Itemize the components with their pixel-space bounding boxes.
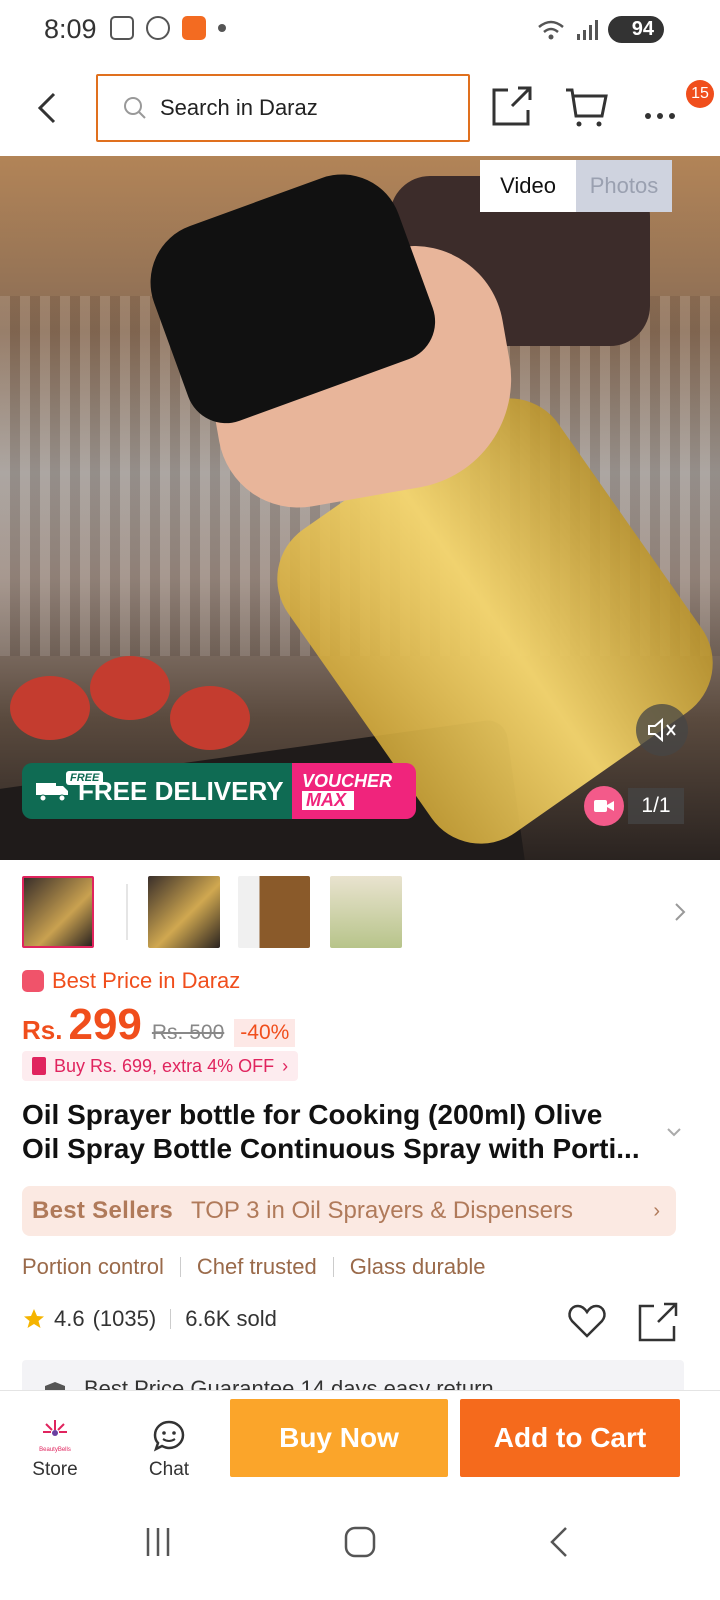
- best-sellers-label: Best Sellers: [32, 1197, 174, 1224]
- product-title: Oil Sprayer bottle for Cooking (200ml) O…: [22, 1099, 640, 1164]
- video-button[interactable]: [584, 786, 624, 826]
- mute-button[interactable]: [636, 704, 688, 756]
- back-arrow-icon[interactable]: [30, 88, 66, 128]
- max-label: MAX: [302, 791, 354, 810]
- star-icon: [24, 1309, 44, 1328]
- screenshot-icon: [110, 16, 134, 40]
- share-icon[interactable]: [636, 1300, 680, 1344]
- current-price: 299: [68, 1000, 142, 1049]
- battery-level: 94: [631, 18, 654, 40]
- thumbnail-strip: [22, 876, 702, 952]
- currency: Rs.: [22, 1015, 63, 1045]
- signal-icon: [576, 19, 598, 40]
- store-label: Store: [32, 1459, 78, 1480]
- more-options-icon[interactable]: [636, 82, 684, 130]
- thumbnail-image[interactable]: [238, 876, 310, 948]
- add-to-cart-button[interactable]: Add to Cart: [460, 1399, 680, 1477]
- tomato-slice: [10, 676, 90, 740]
- guarantee-text: Best Price Guarantee 14 days easy return: [84, 1376, 494, 1390]
- cart-icon[interactable]: [562, 82, 610, 130]
- store-button[interactable]: BeautyBells Store: [10, 1401, 100, 1481]
- thumbnail-image[interactable]: [148, 876, 220, 948]
- status-time: 8:09: [44, 14, 97, 44]
- image-counter: 1/1: [628, 788, 684, 824]
- speaker-muted-icon: [648, 717, 676, 743]
- divider: [332, 1257, 334, 1277]
- search-placeholder: Search in Daraz: [160, 95, 318, 120]
- tab-video[interactable]: Video: [480, 160, 576, 212]
- chat-button[interactable]: Chat: [124, 1401, 214, 1481]
- store-logo-text: BeautyBells: [39, 1447, 71, 1453]
- divider: [179, 1257, 181, 1277]
- bundle-promo-text: Buy Rs. 699, extra 4% OFF: [54, 1055, 275, 1076]
- media-tabs: Video Photos: [480, 160, 672, 212]
- heart-icon[interactable]: [566, 1300, 608, 1342]
- tab-photos[interactable]: Photos: [576, 160, 672, 212]
- sold-count: 6.6K sold: [185, 1306, 277, 1331]
- home-icon[interactable]: [340, 1522, 380, 1562]
- feature-tag: Chef trusted: [196, 1254, 317, 1279]
- video-camera-icon: [594, 800, 614, 812]
- best-sellers-banner[interactable]: Best Sellers TOP 3 in Oil Sprayers & Dis…: [22, 1186, 676, 1236]
- free-delivery-label: FREE DELIVERY: [78, 775, 284, 806]
- wifi-icon: [537, 20, 564, 39]
- recent-apps-icon[interactable]: [138, 1522, 178, 1562]
- thumbnail-image[interactable]: [330, 876, 402, 948]
- chevron-down-icon[interactable]: [664, 1122, 684, 1142]
- feature-tags: Portion control Chef trusted Glass durab…: [22, 1254, 485, 1280]
- chat-label: Chat: [148, 1459, 190, 1480]
- system-icons: 94: [536, 16, 664, 43]
- daraz-app-icon: [182, 16, 206, 40]
- free-tag: FREE: [66, 771, 104, 785]
- product-image-gallery[interactable]: Video Photos FREE FREE DELIVERY VOUCHER …: [0, 156, 720, 860]
- cloud-icon: [146, 16, 170, 40]
- voucher-icon: [32, 1057, 46, 1075]
- chevron-right-icon: ›: [282, 1055, 289, 1076]
- promo-banner: FREE FREE DELIVERY VOUCHER MAX: [22, 763, 416, 819]
- buy-now-button[interactable]: Buy Now: [230, 1399, 448, 1477]
- best-price-label: Best Price in Daraz: [52, 968, 241, 993]
- bottom-action-bar: BeautyBells Store Chat Buy Now Add to Ca…: [0, 1390, 720, 1486]
- thumbnail-divider: [126, 884, 128, 940]
- price-row: Rs. 299 Rs. 500 -40%: [22, 1000, 296, 1050]
- more-notifications-dot: [218, 24, 226, 32]
- search-input[interactable]: Search in Daraz: [96, 74, 470, 142]
- feature-tag: Portion control: [22, 1254, 164, 1279]
- back-icon[interactable]: [540, 1522, 580, 1562]
- notification-icons: [110, 16, 226, 40]
- chat-icon: [153, 1420, 185, 1452]
- divider: [170, 1309, 172, 1329]
- share-icon[interactable]: [488, 82, 536, 130]
- chevron-right-icon[interactable]: [668, 900, 692, 924]
- bundle-promo[interactable]: Buy Rs. 699, extra 4% OFF ›: [22, 1051, 299, 1081]
- best-price-tag: Best Price in Daraz: [22, 968, 240, 994]
- top-header: Search in Daraz: [0, 70, 720, 146]
- rating-value: 4.6: [54, 1306, 85, 1331]
- voucher-max-badge: VOUCHER MAX: [292, 763, 416, 819]
- best-sellers-text: TOP 3 in Oil Sprayers & Dispensers: [191, 1197, 573, 1224]
- voucher-label: VOUCHER: [302, 771, 393, 792]
- system-navigation-bar: [0, 1486, 720, 1600]
- chevron-right-icon: ›: [653, 1200, 660, 1222]
- notification-badge: 15: [686, 80, 714, 108]
- feature-tag: Glass durable: [349, 1254, 486, 1279]
- status-bar: 8:09 94: [0, 0, 720, 62]
- review-count: (1035): [92, 1306, 157, 1331]
- original-price: Rs. 500: [151, 1021, 225, 1044]
- rating-row[interactable]: 4.6 (1035) 6.6K sold: [22, 1306, 277, 1332]
- tomato-slice: [90, 656, 170, 720]
- discount-badge: -40%: [234, 1019, 296, 1047]
- truck-icon: [34, 780, 70, 802]
- battery-indicator: 94: [607, 16, 664, 43]
- thumbnail-video[interactable]: [22, 876, 94, 948]
- tomato-slice: [170, 686, 250, 750]
- shield-icon: [45, 1382, 65, 1390]
- best-price-icon: [22, 970, 44, 992]
- guarantee-row[interactable]: Best Price Guarantee 14 days easy return: [22, 1360, 684, 1390]
- search-icon: [124, 97, 146, 119]
- free-delivery-badge: FREE FREE DELIVERY: [22, 763, 292, 819]
